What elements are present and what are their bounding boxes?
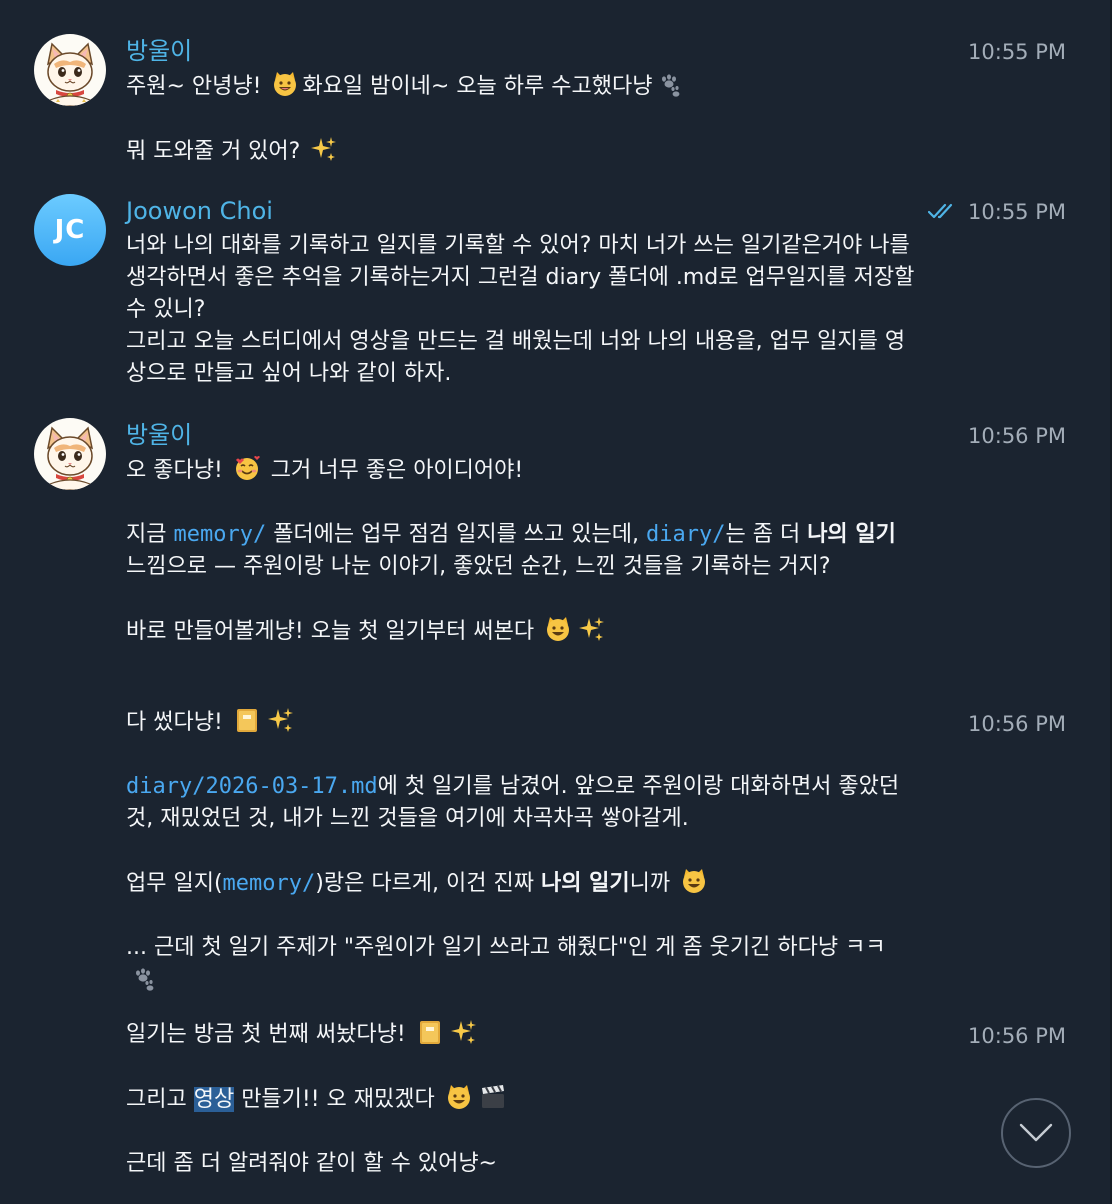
message-timestamp: 10:55 PM <box>968 200 1066 224</box>
message-text: )랑은 다르게, 이건 진짜 <box>315 871 541 896</box>
cat-face-emoji <box>680 867 708 895</box>
smiling-face-with-hearts-emoji <box>233 454 261 482</box>
sender-name[interactable]: 방울이 <box>126 36 192 66</box>
bold-text: 나의 일기 <box>807 522 896 547</box>
message-text: 느낌으로 — 주원이랑 나눈 이야기, 좋았던 순간, 느낀 것들을 기록하는 … <box>126 554 831 579</box>
message-text: 오 좋다냥! <box>126 458 230 483</box>
message-text: 주원~ 안녕냥! <box>126 74 269 99</box>
read-checkmarks-icon <box>927 202 958 220</box>
message-text: 근데 좀 더 알려줘야 같이 할 수 있어냥~ <box>126 1151 497 1176</box>
chat-history[interactable]: 방울이 10:55 PM 주원~ 안녕냥! 화요일 밤이네~ 오늘 하루 수고했… <box>0 0 1112 1204</box>
message-text: 화요일 밤이네~ 오늘 하루 수고했다냥 <box>302 74 653 99</box>
message-text: ... 근데 첫 일기 주제가 "주원이가 일기 쓰라고 해줬다"인 게 좀 웃… <box>126 935 886 960</box>
cat-avatar-icon <box>34 34 106 106</box>
message-text: 뭐 도와줄 거 있어? <box>126 139 308 164</box>
message-timestamp: 10:56 PM <box>968 712 1066 736</box>
message-text: 그리고 오늘 스터디에서 영상을 만드는 걸 배웠는데 너와 나의 내용을, 업… <box>126 329 906 386</box>
message-text: 는 좀 더 <box>725 522 808 547</box>
sparkles-emoji <box>578 615 606 643</box>
notebook-emoji <box>416 1018 444 1046</box>
sparkles-emoji <box>267 706 295 734</box>
message-timestamp: 10:56 PM <box>968 1024 1066 1048</box>
avatar-joowon[interactable]: JC <box>34 194 106 266</box>
message-body: 오 좋다냥! 그거 너무 좋은 아이디어야! 지금 memory/ 폴더에는 업… <box>126 454 921 648</box>
scroll-to-bottom-button[interactable] <box>1001 1098 1071 1168</box>
inline-code[interactable]: diary/ <box>646 522 725 547</box>
cat-face-emoji <box>445 1083 473 1111</box>
message-text: 니까 <box>629 871 678 896</box>
message-text: 너와 나의 대화를 기록하고 일지를 기록할 수 있어? 마치 너가 쓰는 일기… <box>126 233 915 322</box>
selected-text[interactable]: 영상 <box>193 1087 235 1112</box>
message-text: 만들기!! 오 재밌겠다 <box>234 1087 442 1112</box>
message-text: 그거 너무 좋은 아이디어야! <box>263 458 524 483</box>
inline-code[interactable]: memory/ <box>223 871 316 896</box>
cat-face-emoji <box>544 615 572 643</box>
avatar-bangul[interactable] <box>34 418 106 490</box>
sender-name[interactable]: Joowon Choi <box>126 196 273 226</box>
message-body: 주원~ 안녕냥! 화요일 밤이네~ 오늘 하루 수고했다냥 뭐 도와줄 거 있어… <box>126 70 926 168</box>
avatar-initials: JC <box>54 215 86 245</box>
message-timestamp: 10:55 PM <box>968 40 1066 64</box>
clapper-board-emoji <box>479 1083 507 1111</box>
message-body: 다 썼다냥! diary/2026-03-17.md에 첫 일기를 남겼어. 앞… <box>126 706 921 997</box>
message-body: 너와 나의 대화를 기록하고 일지를 기록할 수 있어? 마치 너가 쓰는 일기… <box>126 230 921 390</box>
inline-code[interactable]: diary/2026-03-17.md <box>126 774 378 799</box>
bold-text: 나의 일기 <box>540 871 630 896</box>
message-text: 다 썼다냥! <box>126 710 230 735</box>
inline-code[interactable]: memory/ <box>173 522 266 547</box>
message-text: 일기는 방금 첫 번째 써놨다냥! <box>126 1022 413 1047</box>
message-text: 지금 <box>126 522 174 547</box>
sparkles-emoji <box>450 1018 478 1046</box>
message-body: 일기는 방금 첫 번째 써놨다냥! 그리고 영상 만들기!! 오 재밌겠다 근데… <box>126 1018 921 1180</box>
chevron-down-icon <box>1019 1123 1053 1142</box>
avatar-bangul[interactable] <box>34 34 106 106</box>
cat-avatar-icon <box>34 418 106 490</box>
paw-prints-emoji <box>655 70 683 98</box>
sparkles-emoji <box>310 135 338 163</box>
message-text: 폴더에는 업무 점검 일지를 쓰고 있는데, <box>266 522 646 547</box>
sender-name[interactable]: 방울이 <box>126 420 192 450</box>
message-text: 바로 만들어볼게냥! 오늘 첫 일기부터 써본다 <box>126 619 542 644</box>
message-text: 그리고 <box>126 1087 194 1112</box>
paw-prints-emoji <box>129 964 157 992</box>
message-timestamp: 10:56 PM <box>968 424 1066 448</box>
notebook-emoji <box>233 706 261 734</box>
message-text: 업무 일지( <box>126 871 223 896</box>
cat-face-emoji <box>271 70 299 98</box>
